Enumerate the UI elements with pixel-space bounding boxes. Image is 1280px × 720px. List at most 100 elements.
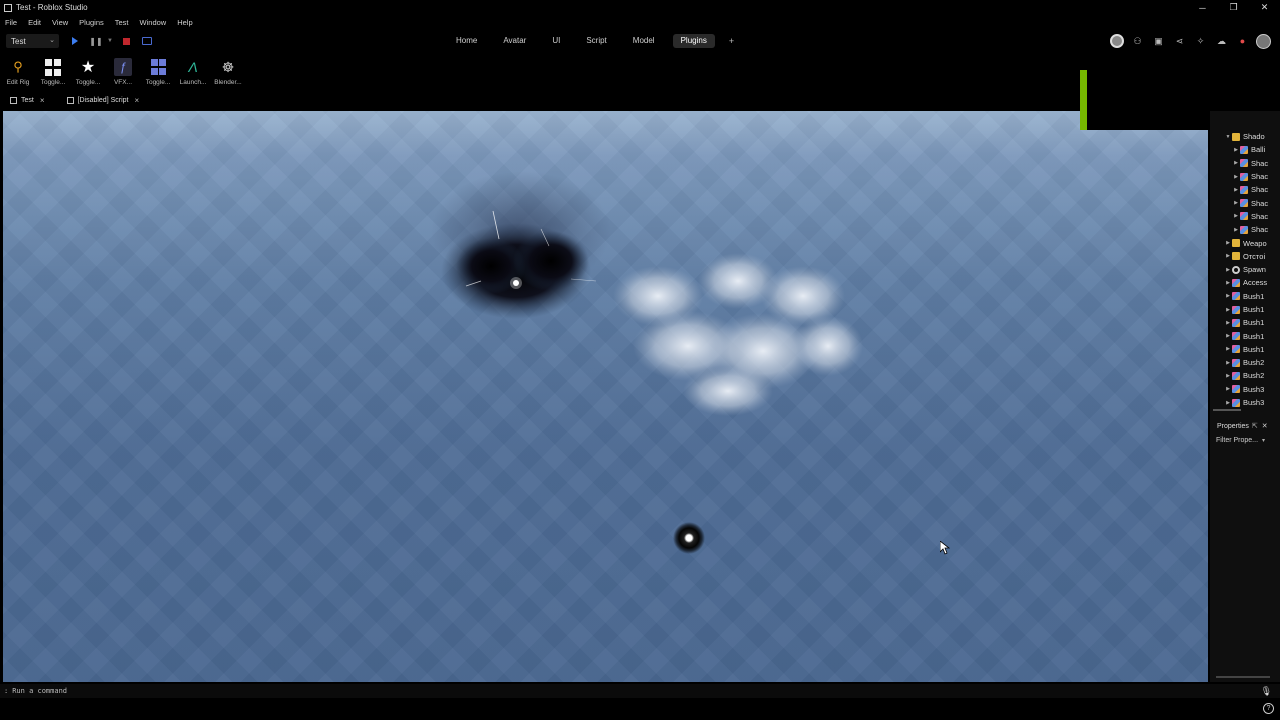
explorer-item[interactable]: ▶ Bush1: [1210, 343, 1280, 356]
chevron-right-icon[interactable]: ▶: [1224, 346, 1232, 352]
properties-scrollbar[interactable]: [1216, 676, 1270, 678]
explorer-item[interactable]: ▶ Bush2: [1210, 369, 1280, 382]
microphone-icon[interactable]: 🎙: [1261, 686, 1272, 697]
add-tab-button[interactable]: +: [729, 36, 734, 46]
help-icon[interactable]: ?: [1263, 703, 1274, 714]
chevron-right-icon[interactable]: ▶: [1232, 160, 1240, 166]
vfx-button[interactable]: ƒ VFX...: [105, 55, 141, 91]
command-input[interactable]: Run a command: [12, 687, 67, 695]
chevron-right-icon[interactable]: ▶: [1224, 307, 1232, 313]
assistant-icon[interactable]: ▣: [1148, 33, 1169, 49]
menu-view[interactable]: View: [52, 18, 68, 27]
menu-edit[interactable]: Edit: [28, 18, 41, 27]
explorer-item[interactable]: ▶ Balli: [1210, 143, 1280, 156]
magic-icon[interactable]: ✧: [1190, 33, 1211, 49]
explorer-item[interactable]: ▶ Shac: [1210, 157, 1280, 170]
close-tab-icon[interactable]: ×: [40, 96, 45, 105]
cloud-icon[interactable]: ☁: [1211, 33, 1232, 49]
explorer-item[interactable]: ▶ Access: [1210, 276, 1280, 289]
explorer-scrollbar[interactable]: [1213, 409, 1241, 411]
chevron-right-icon[interactable]: ▶: [1224, 280, 1232, 286]
share-icon[interactable]: ⋖: [1169, 33, 1190, 49]
doc-tab-script[interactable]: [Disabled] Script ×: [66, 96, 139, 105]
explorer-item[interactable]: ▶ Shac: [1210, 210, 1280, 223]
place-dropdown[interactable]: Test ⌄: [6, 34, 59, 48]
notifications-bell-icon[interactable]: ●: [1232, 33, 1253, 49]
chevron-right-icon[interactable]: ▶: [1224, 253, 1232, 259]
chevron-right-icon[interactable]: ▶: [1224, 386, 1232, 392]
collaborator-avatar[interactable]: [1106, 33, 1127, 49]
explorer-item-label: Shac: [1251, 158, 1269, 168]
tab-model[interactable]: Model: [625, 34, 663, 48]
tab-home[interactable]: Home: [448, 34, 485, 48]
pause-icon[interactable]: ❚❚: [89, 35, 102, 47]
explorer-item[interactable]: ▶ Spawn: [1210, 263, 1280, 276]
menu-file[interactable]: File: [5, 18, 17, 27]
explorer-item[interactable]: ▶ Bush1: [1210, 329, 1280, 342]
explorer-item[interactable]: ▶ Weapo: [1210, 236, 1280, 249]
explorer-item[interactable]: ▶ Bush1: [1210, 290, 1280, 303]
popout-icon[interactable]: ⇱: [1252, 422, 1258, 430]
explorer-item[interactable]: ▶ Shac: [1210, 183, 1280, 196]
explorer-item[interactable]: ▶ Bush3: [1210, 383, 1280, 396]
explorer-item[interactable]: ▶ Shac: [1210, 196, 1280, 209]
tab-ui[interactable]: UI: [544, 34, 568, 48]
chevron-right-icon[interactable]: ▶: [1224, 320, 1232, 326]
chevron-right-icon[interactable]: ▶: [1224, 373, 1232, 379]
explorer-item[interactable]: ▶ Bush1: [1210, 316, 1280, 329]
chevron-right-icon[interactable]: ▶: [1232, 200, 1240, 206]
chevron-right-icon[interactable]: ▶: [1232, 147, 1240, 153]
menu-window[interactable]: Window: [140, 18, 167, 27]
explorer-item-label: Shac: [1251, 185, 1269, 195]
3d-viewport[interactable]: [3, 111, 1208, 682]
menu-test[interactable]: Test: [115, 18, 129, 27]
tab-script[interactable]: Script: [578, 34, 614, 48]
close-tab-icon[interactable]: ×: [134, 96, 139, 105]
tab-avatar[interactable]: Avatar: [495, 34, 534, 48]
collaborators-icon[interactable]: ⚇: [1127, 33, 1148, 49]
chevron-down-icon[interactable]: ▾: [1262, 437, 1265, 444]
explorer-item[interactable]: ▼ Shado: [1210, 130, 1280, 143]
top-right-toolbar: ⚇ ▣ ⋖ ✧ ☁ ●: [1106, 33, 1274, 49]
chevron-right-icon[interactable]: ▶: [1232, 213, 1240, 219]
play-icon[interactable]: [69, 35, 81, 47]
playtest-options-chevron-icon[interactable]: ▼: [104, 35, 116, 47]
chevron-right-icon[interactable]: ▶: [1224, 267, 1232, 273]
toggle-grid-button[interactable]: Toggle...: [35, 55, 71, 91]
explorer-item[interactable]: ▶ Bush2: [1210, 356, 1280, 369]
tab-plugins[interactable]: Plugins: [672, 34, 715, 48]
place-dropdown-value: Test: [11, 36, 26, 46]
chevron-right-icon[interactable]: ▶: [1224, 360, 1232, 366]
menu-plugins[interactable]: Plugins: [79, 18, 104, 27]
properties-filter-input[interactable]: Filter Prope... ▾: [1210, 434, 1280, 447]
minimize-button[interactable]: ─: [1187, 0, 1218, 15]
chevron-right-icon[interactable]: ▶: [1232, 227, 1240, 233]
maximize-button[interactable]: ❐: [1218, 0, 1249, 15]
explorer-item[interactable]: ▶ Bush1: [1210, 303, 1280, 316]
explorer-item[interactable]: ▶ Bush3: [1210, 396, 1280, 409]
client-server-icon[interactable]: [141, 35, 153, 47]
explorer-item[interactable]: ▶ Shac: [1210, 223, 1280, 236]
ribbon-header: Test ⌄ ❚❚ ▼ Home Avatar UI Script Model …: [0, 30, 1280, 52]
menu-help[interactable]: Help: [177, 18, 192, 27]
launch-button[interactable]: Ʌ Launch...: [175, 55, 211, 91]
close-button[interactable]: ✕: [1249, 0, 1280, 15]
chevron-right-icon[interactable]: ▶: [1232, 174, 1240, 180]
toggle-star-button[interactable]: ★ Toggle...: [70, 55, 106, 91]
doc-tab-test[interactable]: Test ×: [10, 96, 45, 105]
command-bar[interactable]: : Run a command 🎙: [0, 684, 1280, 698]
explorer-item[interactable]: ▶ Shac: [1210, 170, 1280, 183]
chevron-right-icon[interactable]: ▶: [1224, 400, 1232, 406]
chevron-right-icon[interactable]: ▶: [1224, 293, 1232, 299]
stop-icon[interactable]: [120, 35, 132, 47]
chevron-right-icon[interactable]: ▶: [1224, 240, 1232, 246]
blender-button[interactable]: ☸ Blender...: [210, 55, 246, 91]
explorer-item[interactable]: ▶ Отстоі: [1210, 250, 1280, 263]
edit-rig-button[interactable]: ⚲ Edit Rig: [0, 55, 36, 91]
chevron-down-icon[interactable]: ▼: [1224, 134, 1232, 140]
toggle-layout-button[interactable]: Toggle...: [140, 55, 176, 91]
close-properties-icon[interactable]: ✕: [1262, 422, 1268, 430]
profile-avatar[interactable]: [1253, 33, 1274, 49]
chevron-right-icon[interactable]: ▶: [1224, 333, 1232, 339]
chevron-right-icon[interactable]: ▶: [1232, 187, 1240, 193]
